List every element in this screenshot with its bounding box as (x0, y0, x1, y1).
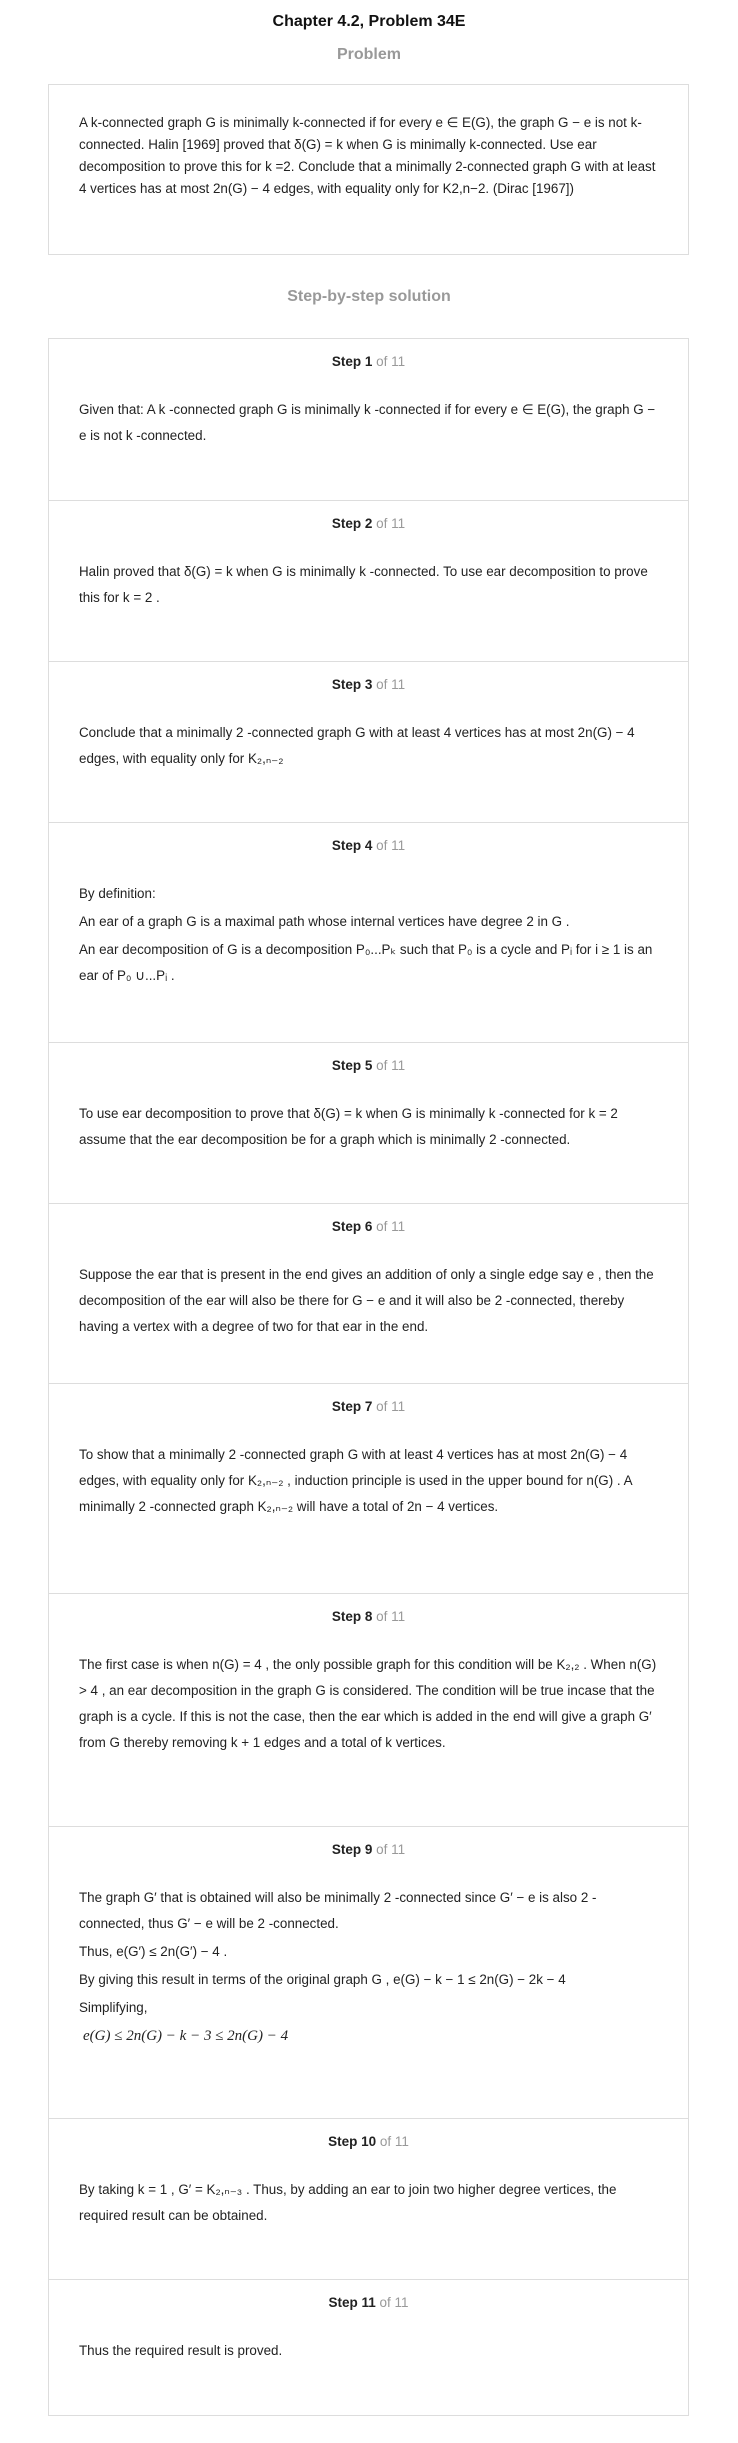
steps-container: Step 1 of 11 Given that: A k -connected … (48, 338, 689, 2416)
step-8: Step 8 of 11 The first case is when n(G)… (49, 1593, 688, 1826)
step-heading: Step 7 of 11 (79, 1384, 658, 1419)
page-title: Chapter 4.2, Problem 34E (272, 13, 466, 30)
step-label: Step 5 (331, 1058, 373, 1073)
step-paragraph: Given that: A k -connected graph G is mi… (79, 402, 656, 443)
step-paragraph: Thus, e(G′) ≤ 2n(G′) − 4 . (79, 1944, 228, 1959)
step-paragraph: To use ear decomposition to prove that δ… (79, 1106, 618, 1147)
solution-heading: Step-by-step solution (287, 288, 451, 305)
step-total: of 11 (376, 516, 406, 531)
step-heading: Step 2 of 11 (79, 501, 658, 536)
step-total: of 11 (376, 354, 406, 369)
step-total: of 11 (379, 2295, 409, 2310)
step-equation: e(G) ≤ 2n(G) − k − 3 ≤ 2n(G) − 4 (83, 2028, 289, 2044)
step-paragraph: The first case is when n(G) = 4 , the on… (79, 1657, 657, 1750)
step-paragraph: By definition: (79, 886, 156, 901)
step-heading: Step 5 of 11 (79, 1043, 658, 1078)
step-paragraph: By giving this result in terms of the or… (79, 1972, 566, 1987)
step-total: of 11 (376, 1609, 406, 1624)
step-total: of 11 (379, 2134, 409, 2149)
step-label: Step 9 (331, 1842, 373, 1857)
step-body: Thus the required result is proved. (79, 2338, 658, 2364)
step-total: of 11 (376, 1399, 406, 1414)
step-9: Step 9 of 11 The graph G′ that is obtain… (49, 1826, 688, 2118)
step-heading: Step 3 of 11 (79, 662, 658, 697)
step-5: Step 5 of 11 To use ear decomposition to… (49, 1042, 688, 1203)
step-paragraph: Suppose the ear that is present in the e… (79, 1267, 654, 1334)
step-paragraph: An ear of a graph G is a maximal path wh… (79, 914, 570, 929)
step-total: of 11 (376, 1058, 406, 1073)
step-heading: Step 4 of 11 (79, 823, 658, 858)
step-body: Suppose the ear that is present in the e… (79, 1262, 658, 1340)
step-body: To use ear decomposition to prove that δ… (79, 1101, 658, 1153)
step-body: By taking k = 1 , G′ = K₂,ₙ₋₃ . Thus, by… (79, 2177, 658, 2229)
problem-heading: Problem (336, 46, 401, 63)
problem-text: A k-connected graph G is minimally k-con… (79, 115, 656, 196)
step-label: Step 4 (331, 838, 373, 853)
step-10: Step 10 of 11 By taking k = 1 , G′ = K₂,… (49, 2118, 688, 2279)
step-label: Step 3 (331, 677, 373, 692)
step-label: Step 2 (331, 516, 373, 531)
step-4: Step 4 of 11 By definition: An ear of a … (49, 822, 688, 1042)
step-heading: Step 9 of 11 (79, 1827, 658, 1862)
step-total: of 11 (376, 838, 406, 853)
step-body: Conclude that a minimally 2 -connected g… (79, 720, 658, 772)
step-paragraph: Conclude that a minimally 2 -connected g… (79, 725, 635, 766)
step-label: Step 7 (331, 1399, 373, 1414)
step-11: Step 11 of 11 Thus the required result i… (49, 2279, 688, 2415)
step-paragraph: To show that a minimally 2 -connected gr… (79, 1447, 632, 1514)
step-total: of 11 (376, 677, 406, 692)
step-7: Step 7 of 11 To show that a minimally 2 … (49, 1383, 688, 1593)
step-1: Step 1 of 11 Given that: A k -connected … (49, 339, 688, 500)
step-paragraph: Thus the required result is proved. (79, 2343, 283, 2358)
step-paragraph: An ear decomposition of G is a decomposi… (79, 942, 653, 983)
step-body: By definition: An ear of a graph G is a … (79, 881, 658, 989)
step-label: Step 6 (331, 1219, 373, 1234)
step-heading: Step 1 of 11 (79, 339, 658, 374)
step-heading: Step 8 of 11 (79, 1594, 658, 1629)
step-paragraph: By taking k = 1 , G′ = K₂,ₙ₋₃ . Thus, by… (79, 2182, 617, 2223)
step-3: Step 3 of 11 Conclude that a minimally 2… (49, 661, 688, 822)
step-body: To show that a minimally 2 -connected gr… (79, 1442, 658, 1520)
step-label: Step 10 (328, 2134, 377, 2149)
step-heading: Step 6 of 11 (79, 1204, 658, 1239)
step-total: of 11 (376, 1842, 406, 1857)
step-label: Step 8 (331, 1609, 373, 1624)
step-heading: Step 11 of 11 (79, 2280, 658, 2315)
problem-box: A k-connected graph G is minimally k-con… (48, 84, 689, 255)
step-heading: Step 10 of 11 (79, 2119, 658, 2154)
step-body: Halin proved that δ(G) = k when G is min… (79, 559, 658, 611)
step-paragraph: Simplifying, (79, 2000, 148, 2015)
step-label: Step 11 (328, 2295, 376, 2310)
step-6: Step 6 of 11 Suppose the ear that is pre… (49, 1203, 688, 1383)
step-body: The graph G′ that is obtained will also … (79, 1885, 658, 2049)
step-paragraph: Halin proved that δ(G) = k when G is min… (79, 564, 648, 605)
step-paragraph: The graph G′ that is obtained will also … (79, 1890, 597, 1931)
step-body: Given that: A k -connected graph G is mi… (79, 397, 658, 449)
step-2: Step 2 of 11 Halin proved that δ(G) = k … (49, 500, 688, 661)
step-total: of 11 (376, 1219, 406, 1234)
step-body: The first case is when n(G) = 4 , the on… (79, 1652, 658, 1756)
step-label: Step 1 (331, 354, 373, 369)
